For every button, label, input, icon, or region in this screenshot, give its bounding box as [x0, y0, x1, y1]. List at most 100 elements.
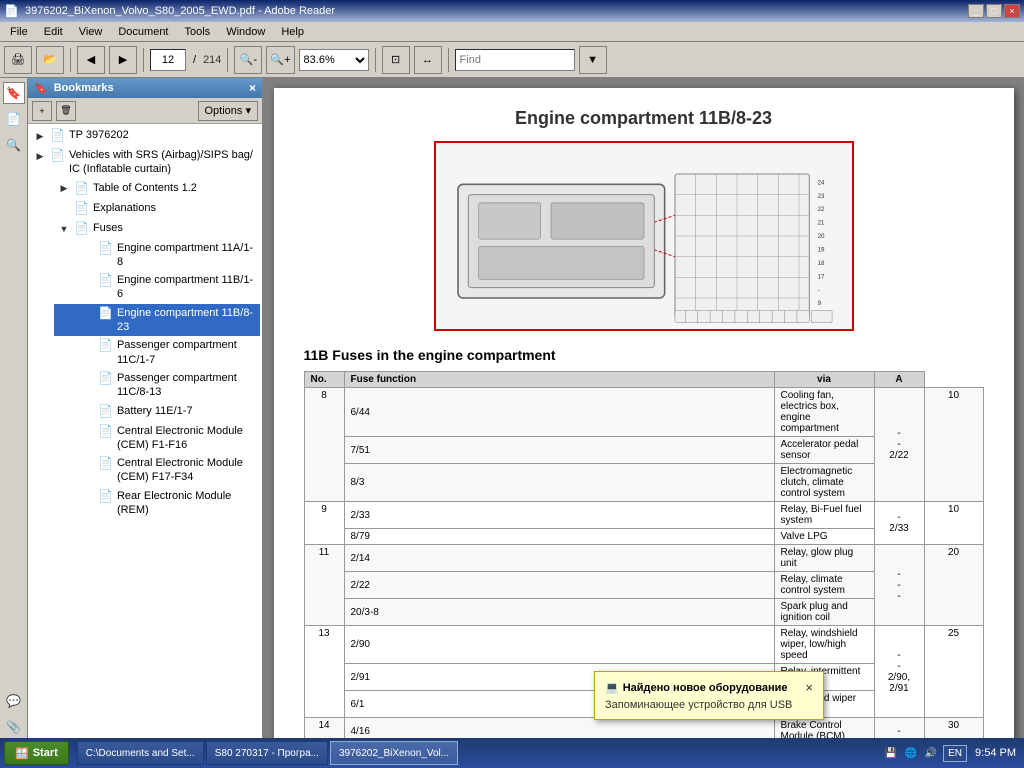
cell-ref: 8/3	[344, 464, 774, 502]
close-button[interactable]: ×	[1004, 4, 1020, 18]
comments-panel-button[interactable]: 💬	[3, 690, 25, 712]
taskbar-item-1[interactable]: S80 270317 - Програ...	[206, 741, 328, 765]
expand-eng11a[interactable]	[82, 241, 94, 257]
cell-ref: 20/3-8	[344, 599, 774, 626]
menu-edit[interactable]: Edit	[38, 24, 69, 40]
fit-page-button[interactable]: ⊡	[382, 46, 410, 74]
cell-via: --2/22	[874, 388, 924, 502]
expand-exp[interactable]	[58, 201, 70, 217]
tree-item-pass11c1[interactable]: 📄 Passenger compartment 11C/1-7	[54, 336, 260, 369]
maximize-button[interactable]: □	[986, 4, 1002, 18]
notif-icon: 💻	[605, 681, 619, 694]
find-button[interactable]: ▼	[579, 46, 607, 74]
cell-desc: Relay, climate control system	[774, 572, 874, 599]
minimize-button[interactable]: _	[968, 4, 984, 18]
menu-file[interactable]: File	[4, 24, 34, 40]
start-button[interactable]: 🪟 Start	[4, 741, 69, 765]
pdf-page-heading: Engine compartment 11B/8-23	[304, 108, 984, 129]
taskbar-item-2[interactable]: 3976202_BiXenon_Vol...	[330, 741, 458, 765]
menu-document[interactable]: Document	[112, 24, 174, 40]
expand-cem1[interactable]	[82, 424, 94, 440]
tree-item-pass11c8[interactable]: 📄 Passenger compartment 11C/8-13	[54, 369, 260, 402]
bookmark-icon-eng11b1: 📄	[98, 273, 113, 287]
sidebar-new-button[interactable]: +	[32, 101, 52, 121]
bookmark-icon-pass11c8: 📄	[98, 371, 113, 385]
expand-bat[interactable]	[82, 404, 94, 420]
search-panel-button[interactable]: 🔍	[3, 134, 25, 156]
separator5	[448, 48, 449, 72]
titlebar-controls[interactable]: _ □ ×	[968, 4, 1020, 18]
cell-amp: 10	[924, 388, 983, 502]
svg-text:-: -	[817, 287, 819, 294]
tree-item-toc[interactable]: ▶ 📄 Table of Contents 1.2	[42, 179, 260, 199]
menu-window[interactable]: Window	[220, 24, 271, 40]
cell-via: -2/33	[874, 502, 924, 545]
taskbar-item-2-label: 3976202_BiXenon_Vol...	[339, 748, 449, 759]
table-row: 86/44Cooling fan, electrics box, engine …	[304, 388, 983, 437]
sidebar-delete-button[interactable]: 🗑	[56, 101, 76, 121]
sidebar-close-button[interactable]: ×	[249, 81, 256, 95]
tree-item-explanations[interactable]: 📄 Explanations	[42, 199, 260, 219]
expand-srs[interactable]: ▶	[34, 148, 46, 164]
tree-item-cem1[interactable]: 📄 Central Electronic Module (CEM) F1-F16	[54, 422, 260, 455]
expand-eng11b1[interactable]	[82, 273, 94, 289]
menu-view[interactable]: View	[73, 24, 109, 40]
expand-pass11c8[interactable]	[82, 371, 94, 387]
menu-help[interactable]: Help	[275, 24, 310, 40]
sidebar-options-button[interactable]: Options ▾	[198, 101, 259, 121]
zoom-out-button[interactable]: 🔍-	[234, 46, 262, 74]
taskbar-item-0[interactable]: C:\Documents and Set...	[77, 741, 204, 765]
zoom-in-button[interactable]: 🔍+	[266, 46, 294, 74]
tree-item-tp[interactable]: ▶ 📄 TP 3976202	[30, 126, 260, 146]
lang-indicator[interactable]: EN	[943, 745, 967, 762]
attachments-panel-button[interactable]: 📎	[3, 716, 25, 738]
cell-no: 14	[304, 718, 344, 739]
page-separator: /	[190, 54, 199, 66]
expand-rem[interactable]	[82, 489, 94, 505]
tree-item-eng11a[interactable]: 📄 Engine compartment 11A/1-8	[54, 239, 260, 272]
notif-body: Запоминающее устройство для USB	[605, 699, 813, 711]
cell-amp: 10	[924, 502, 983, 545]
tree-item-eng11b8[interactable]: 📄 Engine compartment 11B/8-23	[54, 304, 260, 337]
bookmark-icon-cem1: 📄	[98, 424, 113, 438]
expand-cem2[interactable]	[82, 456, 94, 472]
notif-close-button[interactable]: ×	[805, 680, 813, 695]
tree-item-fuses[interactable]: ▼ 📄 Fuses	[42, 219, 260, 239]
taskbar: 🪟 Start C:\Documents and Set... S80 2703…	[0, 738, 1024, 768]
svg-text:19: 19	[817, 247, 824, 254]
tree-item-battery[interactable]: 📄 Battery 11E/1-7	[54, 402, 260, 422]
col-no: No.	[304, 372, 344, 388]
bookmark-icon-cem2: 📄	[98, 456, 113, 470]
expand-tp[interactable]: ▶	[34, 128, 46, 144]
bookmark-icon-eng11b8: 📄	[98, 306, 113, 320]
page-input[interactable]	[150, 49, 186, 71]
cell-ref: 8/79	[344, 529, 774, 545]
fit-width-button[interactable]: ↔	[414, 46, 442, 74]
total-pages: 214	[203, 54, 221, 66]
bookmarks-panel-button[interactable]: 🔖	[3, 82, 25, 104]
tree-item-cem2[interactable]: 📄 Central Electronic Module (CEM) F17-F3…	[54, 454, 260, 487]
find-input[interactable]	[455, 49, 575, 71]
tree-item-srs[interactable]: ▶ 📄 Vehicles with SRS (Airbag)/SIPS bag/…	[30, 146, 260, 179]
back-button[interactable]: ◀	[77, 46, 105, 74]
open-button[interactable]: 📂	[36, 46, 64, 74]
notif-header: 💻 Найдено новое оборудование ×	[605, 680, 813, 695]
pages-panel-button[interactable]: 📄	[3, 108, 25, 130]
sidebar-tree: ▶ 📄 TP 3976202 ▶ 📄 Vehicles with SRS (Ai…	[28, 124, 262, 738]
pdf-content-area[interactable]: Engine compartment 11B/8-23	[263, 78, 1024, 738]
tree-item-rem[interactable]: 📄 Rear Electronic Module (REM)	[54, 487, 260, 520]
forward-button[interactable]: ▶	[109, 46, 137, 74]
expand-eng11b8[interactable]	[82, 306, 94, 322]
svg-text:9: 9	[817, 300, 821, 307]
expand-toc[interactable]: ▶	[58, 181, 70, 197]
expand-fuses[interactable]: ▼	[58, 221, 70, 237]
bookmark-icon-fuses: 📄	[74, 221, 89, 235]
cell-no: 8	[304, 388, 344, 502]
app-icon: 📄	[4, 4, 19, 18]
zoom-select[interactable]: 83.6%	[299, 49, 369, 71]
menu-tools[interactable]: Tools	[179, 24, 217, 40]
print-button[interactable]: 🖨	[4, 46, 32, 74]
expand-pass11c1[interactable]	[82, 338, 94, 354]
tree-item-eng11b1[interactable]: 📄 Engine compartment 11B/1-6	[54, 271, 260, 304]
col-function: Fuse function	[344, 372, 774, 388]
